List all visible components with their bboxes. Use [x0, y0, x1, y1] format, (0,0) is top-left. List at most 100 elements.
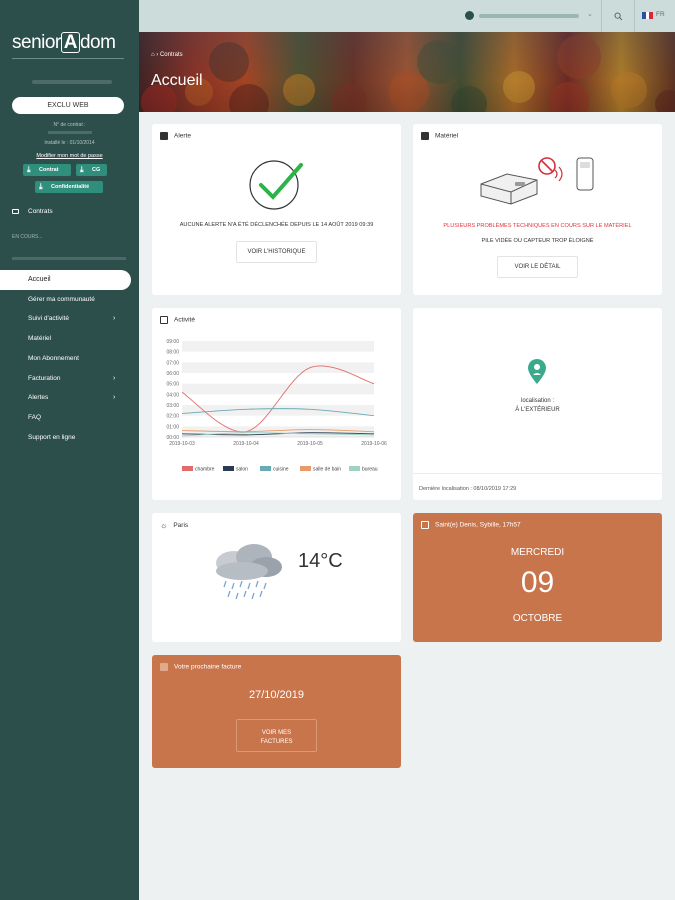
localisation-label: localisation : — [520, 398, 555, 404]
download-confidentialite-button[interactable]: ⤓ Confidentialité — [35, 181, 103, 193]
weekday: MERCREDI — [510, 547, 565, 558]
modify-password-link[interactable]: Modifier mon mot de passe — [0, 153, 139, 159]
legend-label: chambre — [195, 467, 215, 473]
contract-number-redacted — [48, 131, 92, 134]
materiel-detail: PILE VIDÉE OU CAPTEUR TROP ÉLOIGNÉ — [481, 238, 594, 244]
download-contrat-label: Contrat — [39, 167, 59, 173]
sidebar-item-label: Facturation — [28, 375, 61, 382]
alert-icon — [160, 132, 168, 140]
breadcrumb-contrats[interactable]: Contrats — [160, 52, 183, 58]
legend-swatch — [300, 466, 311, 471]
y-tick-label: 09:00 — [166, 339, 179, 345]
voir-detail-button[interactable]: VOIR LE DÉTAIL — [497, 256, 578, 278]
grid-band — [182, 341, 374, 352]
breadcrumb: ⌂ › Contrats — [151, 52, 183, 58]
calendar-header: Saint(e) Denis, Sybille, 17h57 — [421, 521, 521, 529]
sidebar-item-label: Contrats — [28, 208, 53, 215]
sidebar-item-label: Alertes — [28, 394, 49, 401]
alerte-title: Alerte — [174, 132, 191, 140]
day-number: 09 — [520, 566, 555, 599]
in-progress-text: EN COURS... — [12, 234, 43, 240]
y-tick-label: 07:00 — [166, 360, 179, 366]
activite-title: Activité — [174, 316, 195, 324]
voir-factures-label-1: VOIR MES — [261, 730, 292, 736]
chevron-down-icon[interactable]: ⌄ — [587, 10, 593, 18]
localisation-value: À L'EXTÉRIEUR — [515, 407, 560, 413]
facture-header: Votre prochaine facture — [160, 663, 241, 671]
download-icon: ⤓ — [80, 165, 84, 174]
search-icon[interactable] — [614, 12, 623, 21]
materiel-header: Matériel — [421, 132, 458, 140]
legend-label: salle de bain — [313, 467, 341, 473]
sidebar-item-label: Gérer ma communauté — [28, 296, 95, 303]
download-cg-button[interactable]: ⤓ CG — [76, 164, 107, 176]
voir-historique-button[interactable]: VOIR L'HISTORIQUE — [236, 241, 317, 263]
materiel-icon — [421, 132, 429, 140]
grid-band — [182, 383, 374, 395]
meteo-city: Paris — [173, 522, 189, 530]
meteo-header: ☼ Paris — [160, 521, 188, 530]
sidebar-item-label: Suivi d'activité — [28, 315, 69, 322]
alerte-message: AUCUNE ALERTE N'A ÉTÉ DÉCLENCHÉE DEPUIS … — [179, 222, 374, 228]
series-line-chambre — [181, 365, 375, 433]
download-contrat-button[interactable]: ⤓ Contrat — [23, 164, 71, 176]
legend-swatch — [349, 466, 360, 471]
invoice-icon — [160, 663, 168, 671]
contract-address-redacted — [12, 257, 126, 260]
alerte-header: Alerte — [160, 132, 191, 140]
derniere-localisation: Dernière localisation : 08/10/2019 17:29 — [419, 486, 517, 492]
localisation-card: localisation : À L'EXTÉRIEUR Dernière lo… — [413, 308, 662, 500]
y-tick-label: 03:00 — [166, 403, 179, 409]
french-flag-icon — [642, 12, 654, 19]
logo-text-a: A — [60, 32, 80, 53]
legend-label: bureau — [362, 467, 378, 473]
y-tick-label: 06:00 — [166, 371, 179, 377]
voir-factures-button[interactable]: VOIR MES FACTURES — [236, 719, 317, 752]
legend-label: cuisine — [273, 467, 289, 473]
top-bar: ⌄ FR — [139, 0, 675, 32]
x-tick-label: 2019-10-06 — [361, 441, 387, 447]
logo-text-dom: dom — [79, 32, 116, 53]
materiel-warning: PLUSIEURS PROBLÈMES TECHNIQUES EN COURS … — [443, 223, 632, 229]
banner-overlay — [139, 32, 675, 112]
cloud-rain-icon — [216, 544, 282, 600]
x-tick-label: 2019-10-03 — [169, 441, 195, 447]
sidebar-item-label: Mon Abonnement — [28, 355, 79, 362]
y-tick-label: 01:00 — [166, 424, 179, 430]
sidebar-item-accueil[interactable]: Accueil — [0, 270, 131, 290]
contract-number-label: N° de contrat : — [53, 122, 86, 128]
page-title: Accueil — [151, 72, 203, 89]
user-name-redacted — [32, 80, 112, 84]
language-selector[interactable]: FR — [656, 11, 665, 18]
legend-swatch — [223, 466, 234, 471]
sidebar-item-label: FAQ — [28, 414, 42, 421]
divider — [413, 473, 662, 474]
sun-icon: ☼ — [160, 521, 168, 530]
divider — [601, 0, 602, 32]
calendar-card: Saint(e) Denis, Sybille, 17h57 MERCREDI … — [413, 513, 662, 642]
legend-label: salon — [236, 467, 248, 473]
facture-title: Votre prochaine facture — [174, 663, 242, 671]
logo-text-senior: senior — [12, 32, 61, 53]
x-tick-label: 2019-10-05 — [297, 441, 323, 447]
y-tick-label: 02:00 — [166, 414, 179, 420]
y-tick-label: 05:00 — [166, 382, 179, 388]
legend-swatch — [182, 466, 193, 471]
location-pin-icon — [528, 359, 546, 384]
voir-factures-label-2: FACTURES — [260, 739, 293, 745]
home-icon[interactable]: ⌂ — [151, 52, 155, 58]
saint-du-jour: Saint(e) Denis, Sybille, 17h57 — [435, 521, 521, 529]
download-confidentialite-label: Confidentialité — [51, 184, 90, 190]
temperature: 14°C — [298, 550, 343, 572]
download-cg-label: CG — [92, 167, 101, 173]
y-tick-label: 04:00 — [166, 392, 179, 398]
senioradom-logo[interactable]: senior Adom — [12, 32, 116, 54]
facture-date: 27/10/2019 — [248, 689, 305, 701]
user-icon — [465, 11, 474, 20]
x-tick-label: 2019-10-04 — [233, 441, 259, 447]
legend-swatch — [260, 466, 271, 471]
month: OCTOBRE — [512, 613, 563, 624]
materiel-card: Matériel PLUSIEURS PROBLÈMES TECHNIQUES … — [413, 124, 662, 295]
user-email-redacted[interactable] — [479, 14, 579, 18]
folder-icon — [12, 209, 19, 214]
